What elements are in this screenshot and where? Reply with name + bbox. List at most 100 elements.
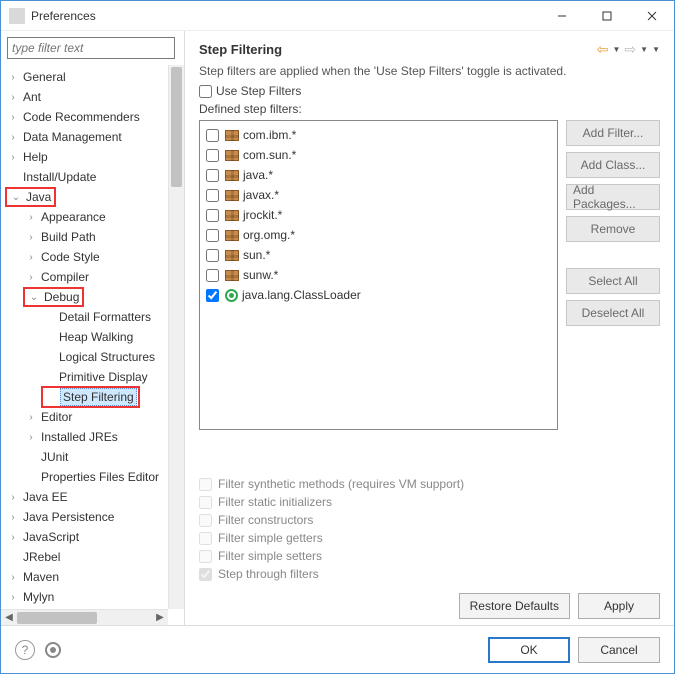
tree-item[interactable]: ›Ant bbox=[1, 87, 168, 107]
tree-item[interactable]: JUnit bbox=[1, 447, 168, 467]
tree-item[interactable]: ›Compiler bbox=[1, 267, 168, 287]
add-filter-button[interactable]: Add Filter... bbox=[566, 120, 660, 146]
minimize-button[interactable] bbox=[539, 1, 584, 30]
chevron-right-icon[interactable]: › bbox=[23, 232, 39, 243]
filter-row[interactable]: javax.* bbox=[202, 185, 555, 205]
option-checkbox[interactable]: Filter constructors bbox=[199, 513, 660, 527]
filters-list[interactable]: com.ibm.*com.sun.*java.*javax.*jrockit.*… bbox=[199, 120, 558, 430]
tree-item[interactable]: ›Build Path bbox=[1, 227, 168, 247]
cancel-button[interactable]: Cancel bbox=[578, 637, 660, 663]
tree-item[interactable]: ⌄Debug bbox=[1, 287, 168, 307]
tree-item[interactable]: Logical Structures bbox=[1, 347, 168, 367]
tree-item[interactable]: ›Mylyn bbox=[1, 587, 168, 607]
filter-checkbox[interactable] bbox=[206, 149, 219, 162]
filter-checkbox[interactable] bbox=[206, 129, 219, 142]
chevron-down-icon[interactable]: ⌄ bbox=[26, 292, 42, 303]
tree-item[interactable]: Properties Files Editor bbox=[1, 467, 168, 487]
chevron-right-icon[interactable]: › bbox=[23, 272, 39, 283]
chevron-right-icon[interactable]: › bbox=[5, 512, 21, 523]
scroll-left-icon[interactable]: ◀ bbox=[1, 612, 17, 623]
tree-item[interactable]: ›Code Style bbox=[1, 247, 168, 267]
filter-checkbox[interactable] bbox=[206, 169, 219, 182]
tree-item[interactable]: ›Appearance bbox=[1, 207, 168, 227]
filter-checkbox[interactable] bbox=[206, 269, 219, 282]
use-step-filters-checkbox[interactable]: Use Step Filters bbox=[199, 84, 660, 98]
help-icon[interactable]: ? bbox=[15, 640, 35, 660]
chevron-right-icon[interactable]: › bbox=[5, 132, 21, 143]
filter-row[interactable]: org.omg.* bbox=[202, 225, 555, 245]
tree-item[interactable]: ›Java Persistence bbox=[1, 507, 168, 527]
filter-row[interactable]: java.* bbox=[202, 165, 555, 185]
chevron-right-icon[interactable]: › bbox=[23, 432, 39, 443]
maximize-button[interactable] bbox=[584, 1, 629, 30]
filter-row[interactable]: java.lang.ClassLoader bbox=[202, 285, 555, 305]
ok-button[interactable]: OK bbox=[488, 637, 570, 663]
category-tree[interactable]: ›General›Ant›Code Recommenders›Data Mana… bbox=[1, 65, 168, 609]
apply-button[interactable]: Apply bbox=[578, 593, 660, 619]
tree-item[interactable]: ›Help bbox=[1, 147, 168, 167]
chevron-right-icon[interactable]: › bbox=[5, 152, 21, 163]
tree-item[interactable]: Heap Walking bbox=[1, 327, 168, 347]
chevron-right-icon[interactable]: › bbox=[5, 572, 21, 583]
tree-item[interactable]: ›Data Management bbox=[1, 127, 168, 147]
footer: ? OK Cancel bbox=[1, 625, 674, 673]
close-button[interactable] bbox=[629, 1, 674, 30]
tree-item[interactable]: ⌄Java bbox=[1, 187, 168, 207]
chevron-right-icon[interactable]: › bbox=[23, 212, 39, 223]
tree-horizontal-scrollbar[interactable]: ◀ ▶ bbox=[1, 609, 168, 625]
filter-row[interactable]: com.sun.* bbox=[202, 145, 555, 165]
chevron-right-icon[interactable]: › bbox=[5, 492, 21, 503]
tree-item[interactable]: Primitive Display bbox=[1, 367, 168, 387]
filter-input[interactable] bbox=[7, 37, 175, 59]
tree-item[interactable]: ›General bbox=[1, 67, 168, 87]
chevron-right-icon[interactable]: › bbox=[5, 112, 21, 123]
back-icon[interactable]: ⇦ bbox=[597, 41, 609, 58]
option-checkbox[interactable]: Step through filters bbox=[199, 567, 660, 581]
chevron-right-icon[interactable]: › bbox=[5, 532, 21, 543]
filter-checkbox[interactable] bbox=[206, 189, 219, 202]
forward-icon[interactable]: ⇨ bbox=[624, 41, 636, 58]
add-class-button[interactable]: Add Class... bbox=[566, 152, 660, 178]
tree-item[interactable]: JRebel bbox=[1, 547, 168, 567]
filter-checkbox[interactable] bbox=[206, 249, 219, 262]
option-checkbox[interactable]: Filter synthetic methods (requires VM su… bbox=[199, 477, 660, 491]
chevron-right-icon[interactable]: › bbox=[23, 252, 39, 263]
remove-button[interactable]: Remove bbox=[566, 216, 660, 242]
option-checkbox[interactable]: Filter simple getters bbox=[199, 531, 660, 545]
filter-row[interactable]: sun.* bbox=[202, 245, 555, 265]
tree-item[interactable]: ›Maven bbox=[1, 567, 168, 587]
tree-item[interactable]: ›Code Recommenders bbox=[1, 107, 168, 127]
import-export-icon[interactable] bbox=[45, 642, 61, 658]
filter-row[interactable]: jrockit.* bbox=[202, 205, 555, 225]
tree-item[interactable]: Detail Formatters bbox=[1, 307, 168, 327]
filter-checkbox[interactable] bbox=[206, 229, 219, 242]
option-checkbox[interactable]: Filter static initializers bbox=[199, 495, 660, 509]
tree-item[interactable]: Install/Update bbox=[1, 167, 168, 187]
option-checkbox[interactable]: Filter simple setters bbox=[199, 549, 660, 563]
tree-item-label: Compiler bbox=[39, 269, 91, 285]
chevron-right-icon[interactable]: › bbox=[23, 412, 39, 423]
filter-checkbox[interactable] bbox=[206, 209, 219, 222]
tree-item[interactable]: ›Editor bbox=[1, 407, 168, 427]
chevron-down-icon[interactable]: ⌄ bbox=[8, 192, 24, 203]
tree-item[interactable]: Step Filtering bbox=[1, 387, 168, 407]
back-menu-icon[interactable]: ▼ bbox=[613, 45, 621, 54]
deselect-all-button[interactable]: Deselect All bbox=[566, 300, 660, 326]
filter-row[interactable]: sunw.* bbox=[202, 265, 555, 285]
view-menu-icon[interactable]: ▼ bbox=[652, 45, 660, 54]
restore-defaults-button[interactable]: Restore Defaults bbox=[459, 593, 570, 619]
add-packages-button[interactable]: Add Packages... bbox=[566, 184, 660, 210]
tree-vertical-scrollbar[interactable] bbox=[168, 65, 184, 609]
filter-row[interactable]: com.ibm.* bbox=[202, 125, 555, 145]
chevron-right-icon[interactable]: › bbox=[5, 592, 21, 603]
tree-item[interactable]: ›Java EE bbox=[1, 487, 168, 507]
chevron-right-icon[interactable]: › bbox=[5, 92, 21, 103]
filter-checkbox[interactable] bbox=[206, 289, 219, 302]
chevron-right-icon[interactable]: › bbox=[5, 72, 21, 83]
tree-item[interactable]: ›JavaScript bbox=[1, 527, 168, 547]
scroll-right-icon[interactable]: ▶ bbox=[152, 612, 168, 623]
tree-item[interactable]: ›Installed JREs bbox=[1, 427, 168, 447]
select-all-button[interactable]: Select All bbox=[566, 268, 660, 294]
tree-item-label: Code Recommenders bbox=[21, 109, 142, 125]
forward-menu-icon[interactable]: ▼ bbox=[640, 45, 648, 54]
